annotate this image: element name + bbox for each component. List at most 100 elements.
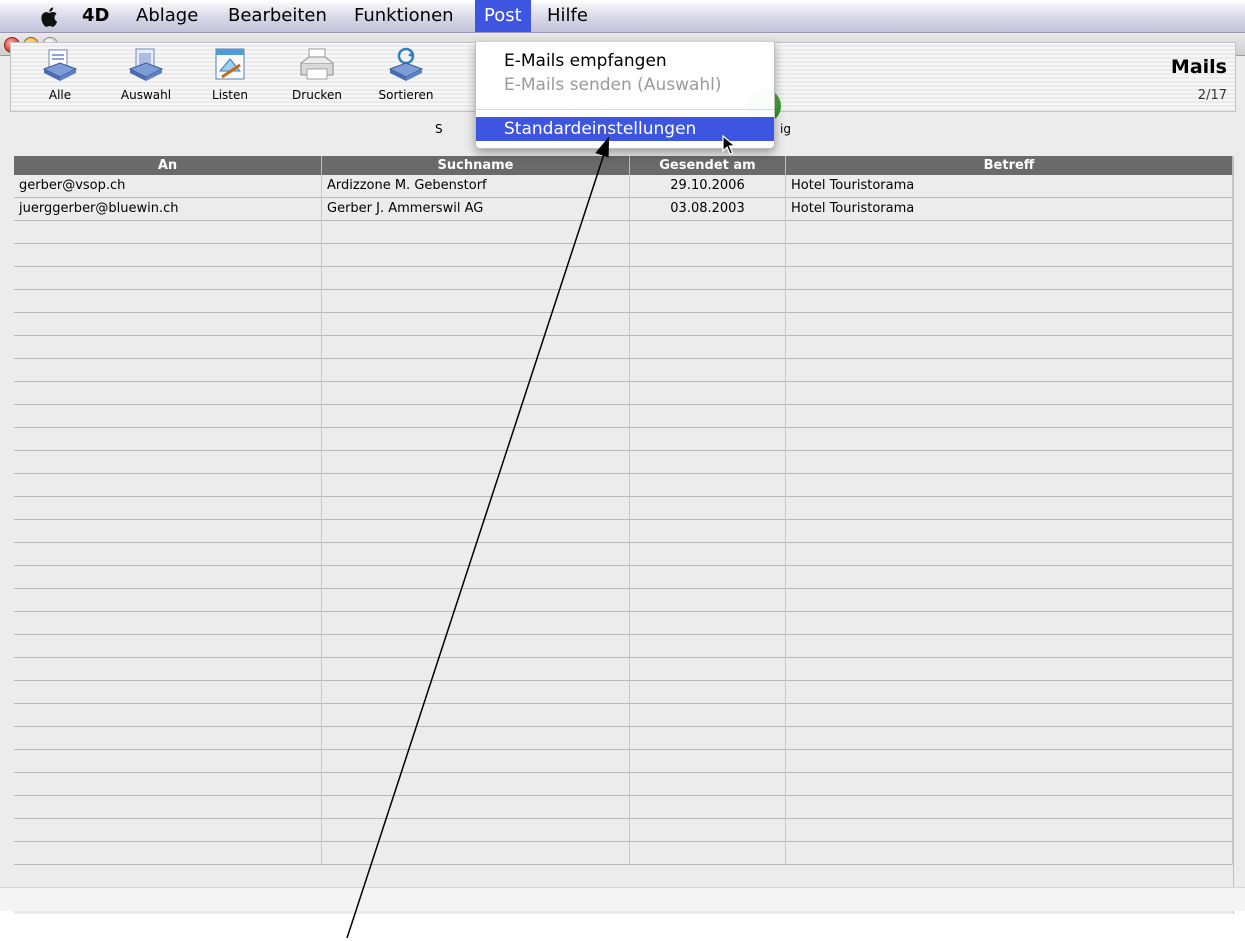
show-all-icon <box>42 49 78 81</box>
cell-empty <box>14 612 322 635</box>
menu-app-4d[interactable]: 4D <box>73 0 118 32</box>
cell-empty <box>630 428 786 451</box>
column-header-gesendet-am[interactable]: Gesendet am <box>630 156 786 175</box>
table-row-empty[interactable] <box>14 727 1233 750</box>
cell-empty <box>14 796 322 819</box>
table-row-empty[interactable] <box>14 773 1233 796</box>
menu-item-e-mails-empfangen[interactable]: E-Mails empfangen <box>476 49 774 73</box>
table-row-empty[interactable] <box>14 681 1233 704</box>
cell-empty <box>322 773 630 796</box>
cell-empty <box>630 451 786 474</box>
cell-empty <box>786 819 1233 842</box>
column-header-an[interactable]: An <box>14 156 322 175</box>
toolbar-auswahl-button[interactable]: Auswahl <box>111 47 181 109</box>
cell-empty <box>786 727 1233 750</box>
menu-post[interactable]: Post <box>475 0 531 32</box>
table-row-empty[interactable] <box>14 704 1233 727</box>
cell-empty <box>786 221 1233 244</box>
cell-empty <box>786 635 1233 658</box>
cell-empty <box>14 267 322 290</box>
table-row-empty[interactable] <box>14 474 1233 497</box>
table-row-empty[interactable] <box>14 796 1233 819</box>
table-row-empty[interactable] <box>14 359 1233 382</box>
menu-item-e-mails-senden: E-Mails senden (Auswahl) <box>504 75 722 95</box>
menu-hilfe[interactable]: Hilfe <box>538 0 597 32</box>
table-row-empty[interactable] <box>14 819 1233 842</box>
table-row[interactable]: gerber@vsop.ch Ardizzone M. Gebenstorf 2… <box>14 175 1233 198</box>
table-row-empty[interactable] <box>14 612 1233 635</box>
table-row-empty[interactable] <box>14 750 1233 773</box>
menu-funktionen[interactable]: Funktionen <box>345 0 463 32</box>
table-row-empty[interactable] <box>14 497 1233 520</box>
cell-empty <box>322 451 630 474</box>
table-rows: gerber@vsop.ch Ardizzone M. Gebenstorf 2… <box>14 175 1233 875</box>
table-row-empty[interactable] <box>14 313 1233 336</box>
table-row-empty[interactable] <box>14 382 1233 405</box>
cell-empty <box>14 727 322 750</box>
table-row-empty[interactable] <box>14 221 1233 244</box>
table-row-empty[interactable] <box>14 635 1233 658</box>
list-editor-icon <box>215 48 245 80</box>
toolbar-partial-label-left: S <box>435 122 443 136</box>
table-row-empty[interactable] <box>14 267 1233 290</box>
cell-empty <box>630 359 786 382</box>
toolbar-drucken-label: Drucken <box>292 88 342 102</box>
cell-empty <box>322 313 630 336</box>
cell-empty <box>630 267 786 290</box>
cell-empty <box>630 244 786 267</box>
cell-an: gerber@vsop.ch <box>14 175 322 198</box>
cell-betreff: Hotel Touristorama <box>786 175 1233 198</box>
cell-empty <box>322 336 630 359</box>
cell-empty <box>14 842 322 865</box>
cell-betreff: Hotel Touristorama <box>786 198 1233 221</box>
cell-empty <box>322 658 630 681</box>
table-row-empty[interactable] <box>14 566 1233 589</box>
table-row-empty[interactable] <box>14 244 1233 267</box>
column-header-suchname[interactable]: Suchname <box>322 156 630 175</box>
table-row-empty[interactable] <box>14 589 1233 612</box>
table-row-empty[interactable] <box>14 520 1233 543</box>
cell-empty <box>630 566 786 589</box>
cell-empty <box>630 842 786 865</box>
table-row-empty[interactable] <box>14 428 1233 451</box>
cell-empty <box>630 221 786 244</box>
toolbar-alle-label: Alle <box>48 88 72 102</box>
toolbar-drucken-button[interactable]: Drucken <box>282 47 352 109</box>
cell-empty <box>14 405 322 428</box>
column-header-betreff[interactable]: Betreff <box>786 156 1233 175</box>
cell-empty <box>322 382 630 405</box>
cell-empty <box>630 313 786 336</box>
cell-an: juerggerber@bluewin.ch <box>14 198 322 221</box>
toolbar-alle-button[interactable]: Alle <box>25 47 95 109</box>
cell-empty <box>786 497 1233 520</box>
cell-empty <box>14 336 322 359</box>
cell-empty <box>14 382 322 405</box>
table-row-empty[interactable] <box>14 842 1233 865</box>
table-row-empty[interactable] <box>14 658 1233 681</box>
cell-empty <box>630 658 786 681</box>
cell-empty <box>322 704 630 727</box>
toolbar-listen-button[interactable]: Listen <box>195 47 265 109</box>
cell-empty <box>786 704 1233 727</box>
table-row-empty[interactable] <box>14 336 1233 359</box>
table-row-empty[interactable] <box>14 290 1233 313</box>
mail-table: An Suchname Gesendet am Betreff gerber@v… <box>14 156 1234 914</box>
toolbar-sortieren-button[interactable]: Sortieren <box>371 47 441 109</box>
cell-empty <box>630 474 786 497</box>
apple-menu-icon[interactable] <box>40 6 60 28</box>
cell-suchname: Ardizzone M. Gebenstorf <box>322 175 630 198</box>
table-row-empty[interactable] <box>14 543 1233 566</box>
cell-empty <box>14 681 322 704</box>
cell-empty <box>630 405 786 428</box>
cell-empty <box>786 405 1233 428</box>
menu-bearbeiten[interactable]: Bearbeiten <box>219 0 336 32</box>
menu-ablage[interactable]: Ablage <box>127 0 207 32</box>
table-row-empty[interactable] <box>14 405 1233 428</box>
cell-empty <box>14 750 322 773</box>
table-row-empty[interactable] <box>14 451 1233 474</box>
table-row[interactable]: juerggerber@bluewin.ch Gerber J. Ammersw… <box>14 198 1233 221</box>
cell-empty <box>630 635 786 658</box>
cell-empty <box>630 681 786 704</box>
cell-empty <box>630 796 786 819</box>
cell-empty <box>14 428 322 451</box>
